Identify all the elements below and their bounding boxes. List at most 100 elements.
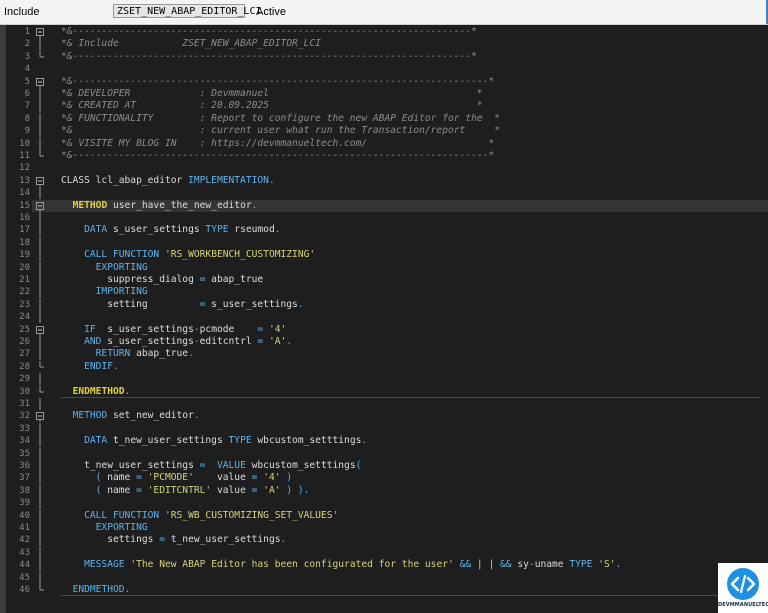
fold-guide-icon bbox=[39, 236, 41, 249]
code-text: METHOD user_have_the_new_editor. bbox=[72, 199, 258, 211]
line-number: 35 bbox=[19, 448, 30, 459]
code-line[interactable]: 10 *& VISITE MY BLOG IN : https://devmman… bbox=[19, 137, 768, 150]
line-number: 6 bbox=[24, 89, 30, 99]
code-line[interactable]: 4 bbox=[25, 63, 768, 75]
code-text: IF s_user_settings-pcmode = '4' bbox=[84, 323, 287, 335]
code-text: ( name = 'PCMODE' value = '4' ) bbox=[95, 472, 293, 484]
line-number: 30 bbox=[19, 386, 30, 397]
code-text: t_new_user_settings = VALUE wbcustom_set… bbox=[61, 460, 362, 471]
code-line[interactable]: 24 bbox=[19, 311, 768, 324]
code-line[interactable]: 27 RETURN abap_true. bbox=[19, 348, 768, 361]
fold-guide-icon bbox=[39, 249, 41, 262]
fold-toggle-icon[interactable] bbox=[35, 175, 61, 187]
code-line[interactable]: 14 bbox=[19, 187, 768, 200]
fold-guide-icon bbox=[39, 571, 41, 584]
code-line[interactable]: 45 bbox=[19, 571, 768, 584]
code-line[interactable]: 9 *& : current user what run the Transact… bbox=[25, 125, 768, 138]
code-text: ENDMETHOD. bbox=[72, 385, 131, 397]
line-number: 40 bbox=[19, 510, 30, 521]
fold-guide-icon bbox=[39, 385, 44, 393]
code-line[interactable]: 1 *&-------------------------------------… bbox=[25, 26, 768, 38]
abap-code-editor[interactable]: 1 *&-------------------------------------… bbox=[0, 25, 768, 613]
code-text: DATA s_user_settings TYPE rseumod. bbox=[84, 224, 281, 236]
code-line[interactable]: 38 ( name = 'EDITCNTRL' value = 'A' ) ). bbox=[19, 484, 768, 497]
line-number: 34 bbox=[19, 436, 30, 447]
fold-toggle-icon[interactable] bbox=[35, 200, 61, 212]
fold-guide-icon bbox=[39, 534, 41, 547]
line-number: 18 bbox=[19, 237, 30, 248]
line-number: 16 bbox=[19, 213, 30, 223]
code-line[interactable]: 21 suppress_dialog = abap_true bbox=[19, 274, 768, 286]
line-number: 4 bbox=[24, 64, 30, 75]
devmmanueltech-logo: DEVMMANUELTECH bbox=[718, 563, 768, 613]
code-line[interactable]: 3 *&-------------------------------------… bbox=[25, 50, 768, 63]
code-line[interactable]: 16 bbox=[19, 212, 768, 224]
fold-guide-icon bbox=[39, 125, 41, 138]
code-area[interactable]: 1 *&-------------------------------------… bbox=[19, 25, 768, 613]
code-line[interactable]: 37 ( name = 'PCMODE' value = '4' ) bbox=[19, 472, 768, 485]
code-line[interactable]: 35 bbox=[19, 447, 768, 460]
fold-guide-icon bbox=[39, 224, 41, 237]
code-line[interactable]: 44 MESSAGE 'The New ABAP Editor has been… bbox=[19, 559, 768, 572]
code-line[interactable]: 41 EXPORTING bbox=[19, 522, 768, 534]
fold-guide-icon bbox=[39, 559, 41, 572]
fold-guide-icon bbox=[39, 584, 44, 591]
code-line[interactable]: 30 ENDMETHOD. bbox=[19, 385, 768, 398]
line-number: 45 bbox=[19, 572, 30, 583]
line-number: 41 bbox=[19, 523, 30, 533]
line-number: 20 bbox=[19, 262, 30, 273]
code-line[interactable]: 28 ENDIF. bbox=[19, 360, 768, 373]
line-number: 28 bbox=[19, 361, 30, 372]
code-line[interactable]: 11 *&------------------------------------… bbox=[19, 150, 768, 162]
fold-guide-icon bbox=[39, 261, 41, 274]
code-line[interactable]: 31 bbox=[19, 398, 768, 410]
code-text: RETURN abap_true. bbox=[95, 348, 194, 360]
code-line[interactable]: 20 EXPORTING bbox=[19, 261, 768, 274]
status-text: Active bbox=[256, 6, 286, 18]
code-line[interactable]: 36 t_new_user_settings = VALUE wbcustom_… bbox=[19, 460, 768, 472]
code-line[interactable]: 6 *& DEVELOPER : Devmmanuel * bbox=[25, 88, 768, 100]
code-line[interactable]: 8 *& FUNCTIONALITY : Report to configure … bbox=[25, 112, 768, 125]
line-number: 33 bbox=[19, 423, 30, 434]
code-text: METHOD set_new_editor. bbox=[72, 410, 200, 422]
code-line[interactable]: 25 IF s_user_settings-pcmode = '4' bbox=[19, 323, 768, 336]
code-text: *& DEVELOPER : Devmmanuel * bbox=[61, 88, 483, 99]
code-line[interactable]: 19 CALL FUNCTION 'RS_WORKBENCH_CUSTOMIZI… bbox=[19, 249, 768, 262]
code-line[interactable]: 39 bbox=[19, 497, 768, 510]
code-line[interactable]: 2 *& Include ZSET_NEW_ABAP_EDITOR_LCI bbox=[25, 38, 768, 51]
code-text: MESSAGE 'The New ABAP Editor has been co… bbox=[84, 559, 622, 571]
code-text: *&--------------------------------------… bbox=[61, 75, 495, 87]
code-line[interactable]: 32 METHOD set_new_editor. bbox=[19, 410, 768, 423]
line-number: 43 bbox=[19, 547, 30, 558]
fold-guide-icon bbox=[39, 546, 41, 559]
code-line[interactable]: 13 CLASS lcl_abap_editor IMPLEMENTATION. bbox=[19, 175, 768, 187]
code-line[interactable]: 17 DATA s_user_settings TYPE rseumod. bbox=[19, 224, 768, 237]
code-text: CALL FUNCTION 'RS_WB_CUSTOMIZING_SET_VAL… bbox=[84, 509, 339, 521]
code-line[interactable]: 33 bbox=[19, 422, 768, 435]
line-number: 44 bbox=[19, 560, 30, 571]
code-line[interactable]: 34 DATA t_new_user_settings TYPE wbcusto… bbox=[19, 435, 768, 448]
code-line[interactable]: 29 bbox=[19, 373, 768, 386]
code-line[interactable]: 7 *& CREATED AT : 20.09.2025 * bbox=[25, 100, 768, 113]
fold-guide-icon bbox=[39, 274, 41, 286]
fold-toggle-icon[interactable] bbox=[35, 410, 61, 423]
code-line[interactable]: 18 bbox=[19, 236, 768, 249]
fold-toggle-icon[interactable] bbox=[35, 324, 61, 336]
code-line[interactable]: 42 settings = t_new_user_settings. bbox=[19, 534, 768, 547]
code-line[interactable]: 12 bbox=[19, 162, 768, 174]
fold-toggle-icon[interactable] bbox=[35, 76, 61, 88]
code-text: *& FUNCTIONALITY : Report to configure t… bbox=[61, 112, 500, 124]
line-number: 10 bbox=[19, 138, 30, 149]
code-line[interactable]: 40 CALL FUNCTION 'RS_WB_CUSTOMIZING_SET_… bbox=[19, 509, 768, 522]
code-line[interactable]: 5 *&-------------------------------------… bbox=[25, 75, 768, 88]
code-line[interactable]: 46 ENDMETHOD. bbox=[19, 584, 768, 596]
fold-guide-icon bbox=[39, 460, 41, 472]
code-line[interactable]: 15 METHOD user_have_the_new_editor. bbox=[19, 199, 768, 212]
line-number: 31 bbox=[19, 399, 30, 409]
code-line[interactable]: 23 setting = s_user_settings. bbox=[19, 298, 768, 311]
fold-toggle-icon[interactable] bbox=[35, 26, 61, 38]
code-line[interactable]: 26 AND s_user_settings-editcntrl = 'A'. bbox=[19, 336, 768, 348]
code-line[interactable]: 43 bbox=[19, 546, 768, 559]
code-line[interactable]: 22 IMPORTING bbox=[19, 286, 768, 299]
include-name-field[interactable]: ZSET_NEW_ABAP_EDITOR_LCI bbox=[113, 4, 262, 18]
